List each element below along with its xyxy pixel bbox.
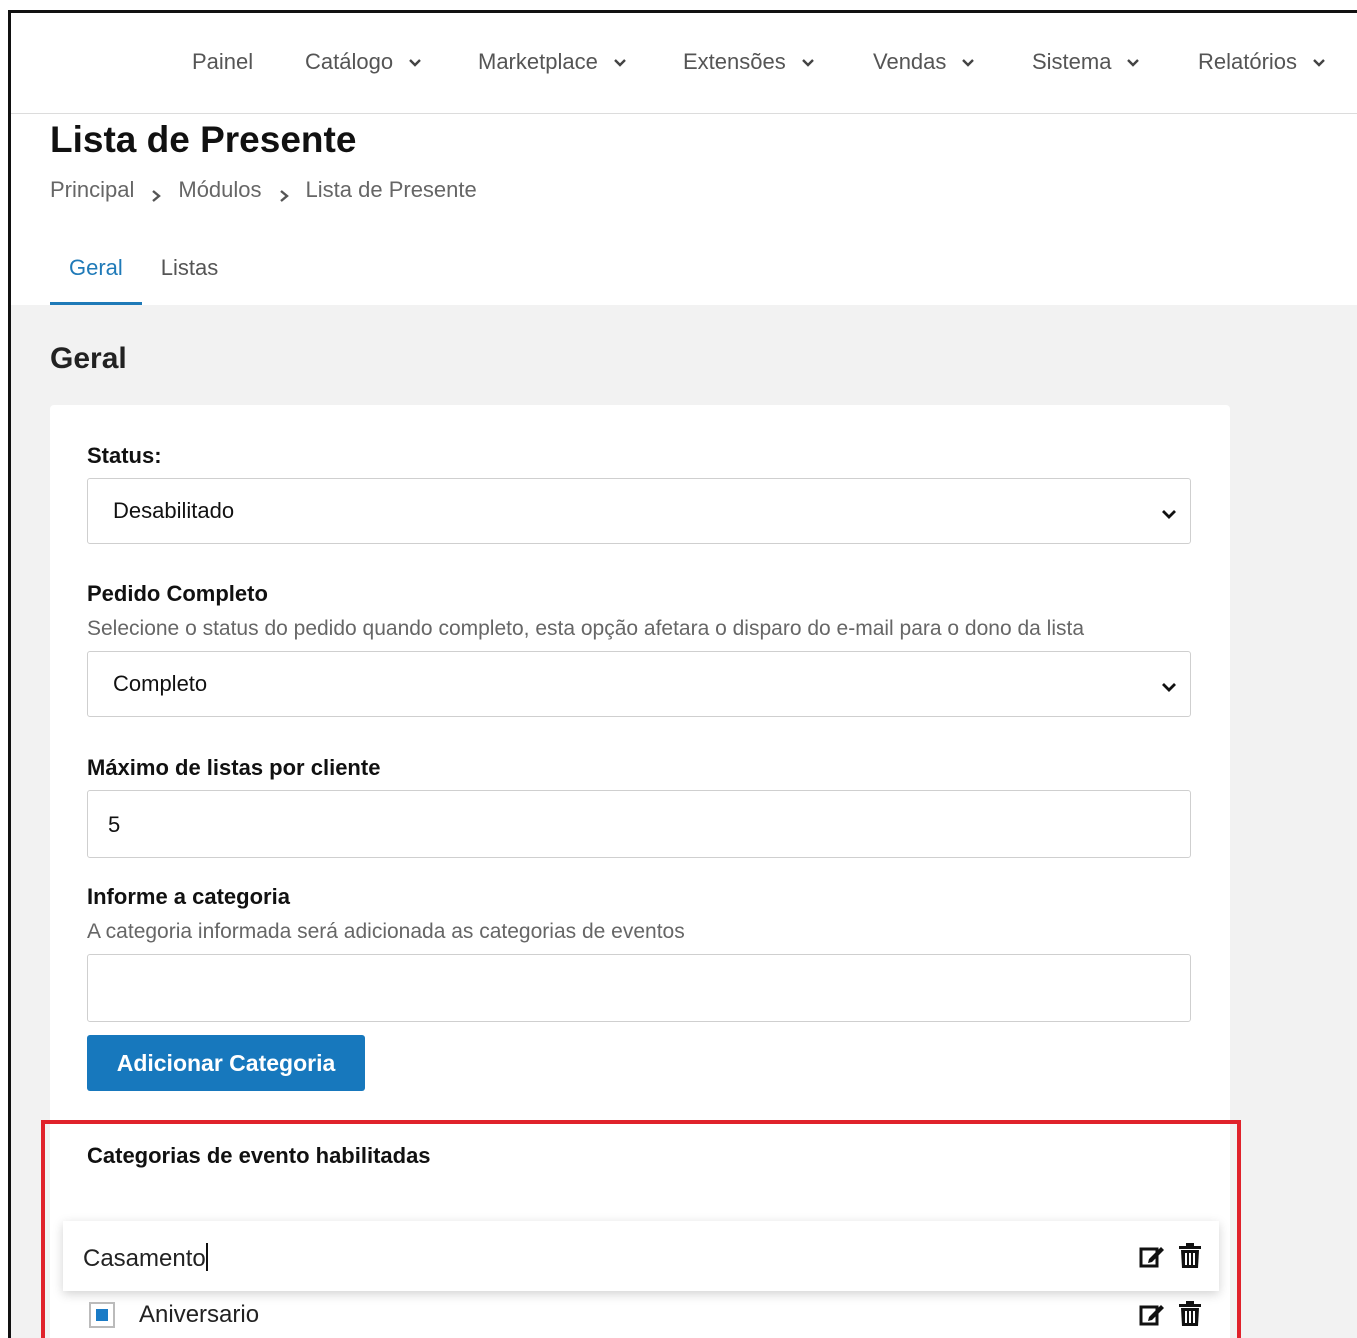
pedido-completo-label: Pedido Completo <box>87 581 268 606</box>
app-frame: Painel Catálogo Marketplace Extensões Ve… <box>8 10 1357 1338</box>
page-title: Lista de Presente <box>50 119 357 160</box>
nav-item-extensoes[interactable]: Extensões <box>683 49 816 75</box>
chevron-down-icon <box>1160 676 1178 694</box>
nav-item-marketplace[interactable]: Marketplace <box>478 49 628 75</box>
edit-icon[interactable] <box>1139 1301 1165 1327</box>
pedido-completo-select[interactable]: Completo <box>87 651 1191 717</box>
chevron-down-icon <box>1311 54 1327 70</box>
tab-listas[interactable]: Listas <box>142 253 237 305</box>
category-checkbox[interactable] <box>89 1302 115 1328</box>
chevron-down-icon <box>612 54 628 70</box>
category-edit-row[interactable]: Casamento <box>63 1221 1219 1291</box>
nav-item-catalogo[interactable]: Catálogo <box>305 49 423 75</box>
status-select[interactable]: Desabilitado <box>87 478 1191 544</box>
nav-item-label: Catálogo <box>305 49 394 74</box>
chevron-right-icon <box>150 183 162 202</box>
breadcrumb-item-modulos[interactable]: Módulos <box>178 177 261 203</box>
nav-item-vendas[interactable]: Vendas <box>873 49 976 75</box>
settings-card: Status: Desabilitado Pedido Completo Sel… <box>50 405 1230 1338</box>
categoria-input[interactable] <box>87 954 1191 1022</box>
row-actions <box>1139 1243 1201 1269</box>
chevron-down-icon <box>1160 503 1178 521</box>
chevron-down-icon <box>800 54 816 70</box>
content-area: Geral Status: Desabilitado Pedido Comple… <box>11 305 1357 1338</box>
tab-bar: Geral Listas <box>50 253 237 305</box>
pedido-completo-help: Selecione o status do pedido quando comp… <box>87 617 1085 640</box>
edit-icon[interactable] <box>1139 1243 1165 1269</box>
categories-title: Categorias de evento habilitadas <box>87 1143 431 1168</box>
top-nav: Painel Catálogo Marketplace Extensões Ve… <box>11 13 1357 114</box>
breadcrumb: Principal Módulos Lista de Presente <box>50 177 477 203</box>
nav-item-label: Sistema <box>1032 49 1112 74</box>
max-listas-label: Máximo de listas por cliente <box>87 755 381 780</box>
chevron-right-icon <box>278 183 290 202</box>
category-row-aniversario: Aniversario <box>63 1295 1219 1338</box>
tab-geral[interactable]: Geral <box>50 253 142 305</box>
chevron-down-icon <box>1125 54 1141 70</box>
status-select-value: Desabilitado <box>113 498 235 523</box>
text-caret <box>205 1243 208 1271</box>
breadcrumb-item-principal[interactable]: Principal <box>50 177 134 203</box>
max-listas-input[interactable]: 5 <box>87 790 1191 858</box>
nav-item-label: Painel <box>192 49 254 74</box>
max-listas-input-value: 5 <box>108 812 121 837</box>
category-label: Aniversario <box>139 1301 260 1328</box>
category-edit-value: Casamento <box>83 1245 206 1272</box>
nav-item-label: Extensões <box>683 49 786 74</box>
trash-icon[interactable] <box>1179 1243 1201 1269</box>
section-title: Geral <box>50 342 127 375</box>
nav-item-painel[interactable]: Painel <box>192 49 253 75</box>
categoria-help: A categoria informada será adicionada as… <box>87 920 685 943</box>
breadcrumb-item-current[interactable]: Lista de Presente <box>306 177 477 203</box>
chevron-down-icon <box>960 54 976 70</box>
nav-item-label: Vendas <box>873 49 947 74</box>
nav-item-label: Relatórios <box>1198 49 1298 74</box>
chevron-down-icon <box>407 54 423 70</box>
nav-item-label: Marketplace <box>478 49 598 74</box>
category-edit-input[interactable]: Casamento <box>83 1243 208 1273</box>
categoria-label: Informe a categoria <box>87 884 290 909</box>
add-category-button[interactable]: Adicionar Categoria <box>87 1035 365 1091</box>
status-label: Status: <box>87 443 162 468</box>
nav-item-relatorios[interactable]: Relatórios <box>1198 49 1327 75</box>
nav-item-sistema[interactable]: Sistema <box>1032 49 1141 75</box>
row-actions <box>1139 1301 1201 1327</box>
trash-icon[interactable] <box>1179 1301 1201 1327</box>
pedido-completo-select-value: Completo <box>113 671 208 696</box>
